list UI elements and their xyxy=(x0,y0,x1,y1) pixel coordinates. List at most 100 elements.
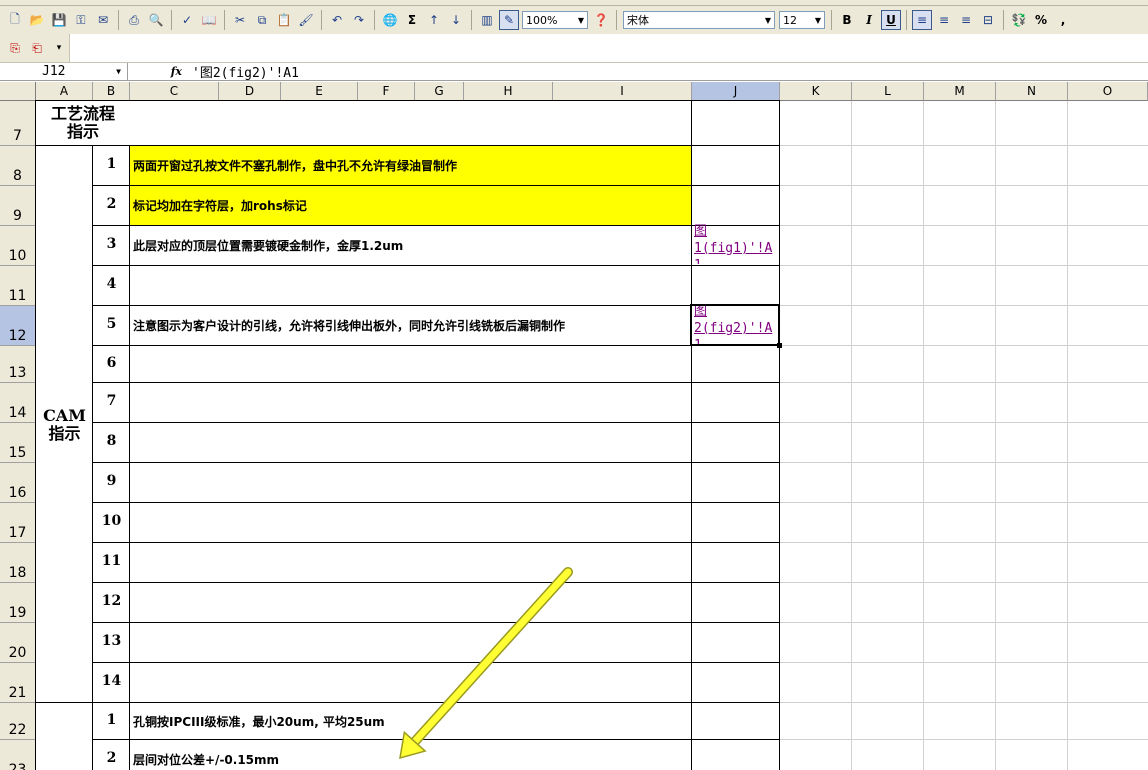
percent-button[interactable]: % xyxy=(1031,10,1051,30)
spelling-icon[interactable]: ✓ xyxy=(177,10,197,30)
print-preview-icon[interactable]: 🔍 xyxy=(146,10,166,30)
chart-wizard-icon[interactable]: ▥ xyxy=(477,10,497,30)
align-center-icon[interactable]: ≡ xyxy=(934,10,954,30)
merged-cell-c-i-row-20 xyxy=(130,623,691,662)
column-header-d[interactable]: D xyxy=(219,82,281,101)
row-header-20[interactable]: 20 xyxy=(0,623,36,663)
item-text[interactable]: 注意图示为客户设计的引线，允许将引线伸出板外，同时允许引线铣板后漏铜制作 xyxy=(133,317,565,334)
autosum-button[interactable]: Σ xyxy=(402,10,422,30)
item-text[interactable]: 标记均加在字符层，加rohs标记 xyxy=(133,197,307,214)
column-header-k[interactable]: K xyxy=(780,82,852,101)
cell-border xyxy=(92,462,780,463)
column-header-c[interactable]: C xyxy=(130,82,219,101)
row-header-15[interactable]: 15 xyxy=(0,423,36,463)
formula-bar: J12 ▼ fx '图2(fig2)'!A1 xyxy=(0,62,1148,81)
email-icon[interactable]: ✉ xyxy=(93,10,113,30)
insert-function-button[interactable]: fx xyxy=(128,65,188,78)
fill-handle[interactable] xyxy=(777,343,782,348)
toolbar-separator xyxy=(224,10,225,30)
drawing-icon[interactable]: ✎ xyxy=(499,10,519,30)
research-icon[interactable]: 📖 xyxy=(199,10,219,30)
pdf-convert-icon[interactable]: ⎘ xyxy=(5,38,25,58)
formula-input[interactable]: '图2(fig2)'!A1 xyxy=(188,62,299,81)
row-header-14[interactable]: 14 xyxy=(0,383,36,423)
row-header-22[interactable]: 22 xyxy=(0,703,36,740)
save-icon[interactable]: 💾 xyxy=(49,10,69,30)
print-icon[interactable]: ⎙ xyxy=(124,10,144,30)
select-all-corner[interactable] xyxy=(0,82,36,101)
active-cell-selection[interactable] xyxy=(690,304,780,346)
item-number: 5 xyxy=(106,316,117,332)
column-header-l[interactable]: L xyxy=(852,82,924,101)
column-header-m[interactable]: M xyxy=(924,82,996,101)
column-header-h[interactable]: H xyxy=(464,82,553,101)
hyperlink-j10[interactable]: 图 1(fig1)'!A 1 xyxy=(694,223,778,264)
cell-border xyxy=(35,145,780,146)
format-painter-icon[interactable]: 🖌 xyxy=(296,10,316,30)
name-box[interactable]: J12 ▼ xyxy=(0,63,128,80)
copy-icon[interactable]: ⧉ xyxy=(252,10,272,30)
paste-icon[interactable]: 📋 xyxy=(274,10,294,30)
underline-button[interactable]: U xyxy=(881,10,901,30)
row-header-23[interactable]: 23 xyxy=(0,740,36,770)
italic-button[interactable]: I xyxy=(859,10,879,30)
row-header-11[interactable]: 11 xyxy=(0,266,36,306)
column-header-b[interactable]: B xyxy=(93,82,130,101)
pdf-email-icon[interactable]: ⎗ xyxy=(27,38,47,58)
item-number: 4 xyxy=(106,276,117,292)
font-size-select[interactable]: 12 ▼ xyxy=(779,11,825,29)
column-header-i[interactable]: I xyxy=(553,82,692,101)
column-header-j[interactable]: J xyxy=(692,82,780,101)
merge-center-icon[interactable]: ⊟ xyxy=(978,10,998,30)
row-header-8[interactable]: 8 xyxy=(0,146,36,186)
zoom-select[interactable]: 100% ▼ xyxy=(522,11,588,29)
align-left-icon[interactable]: ≡ xyxy=(912,10,932,30)
row-header-13[interactable]: 13 xyxy=(0,346,36,383)
row-header-9[interactable]: 9 xyxy=(0,186,36,226)
column-header-f[interactable]: F xyxy=(358,82,415,101)
name-box-value: J12 xyxy=(42,64,66,79)
row-header-10[interactable]: 10 xyxy=(0,226,36,266)
merged-cell-c-i-row-15 xyxy=(130,423,691,462)
item-text[interactable]: 此层对应的顶层位置需要镀硬金制作，金厚1.2um xyxy=(133,237,403,254)
help-icon[interactable]: ❓ xyxy=(591,10,611,30)
row-header-12[interactable]: 12 xyxy=(0,306,36,346)
row-header-16[interactable]: 16 xyxy=(0,463,36,503)
hyperlink-icon[interactable]: 🌐 xyxy=(380,10,400,30)
row-header-19[interactable]: 19 xyxy=(0,583,36,623)
row-header-17[interactable]: 17 xyxy=(0,503,36,543)
currency-icon[interactable]: 💱 xyxy=(1009,10,1029,30)
column-header-a[interactable]: A xyxy=(36,82,93,101)
comma-button[interactable]: , xyxy=(1053,10,1073,30)
item-text[interactable]: 两面开窗过孔按文件不塞孔制作，盘中孔不允许有绿油冒制作 xyxy=(133,157,457,174)
undo-icon[interactable]: ↶ xyxy=(327,10,347,30)
item-text[interactable]: 层间对位公差+/-0.15mm xyxy=(133,751,279,768)
item-text[interactable]: 孔铜按IPCIII级标准，最小20um, 平均25um xyxy=(133,713,385,730)
row-header-7[interactable]: 7 xyxy=(0,101,36,146)
cut-icon[interactable]: ✂ xyxy=(230,10,250,30)
align-right-icon[interactable]: ≡ xyxy=(956,10,976,30)
sort-descending-icon[interactable]: ↓ xyxy=(446,10,466,30)
sort-ascending-icon[interactable]: ↑ xyxy=(424,10,444,30)
column-header-e[interactable]: E xyxy=(281,82,358,101)
new-icon[interactable]: 🗋 xyxy=(5,10,25,30)
column-header-n[interactable]: N xyxy=(996,82,1068,101)
cell-border xyxy=(92,582,780,583)
cell-border xyxy=(35,702,780,703)
gridline-vertical xyxy=(1067,101,1068,770)
toolbar-separator xyxy=(616,10,617,30)
column-header-g[interactable]: G xyxy=(415,82,464,101)
bold-button[interactable]: B xyxy=(837,10,857,30)
row-header-18[interactable]: 18 xyxy=(0,543,36,583)
redo-icon[interactable]: ↷ xyxy=(349,10,369,30)
permission-icon[interactable]: ⚿ xyxy=(71,10,91,30)
item-number: 9 xyxy=(106,473,117,489)
column-header-o[interactable]: O xyxy=(1068,82,1148,101)
open-icon[interactable]: 📂 xyxy=(27,10,47,30)
font-name-select[interactable]: 宋体 ▼ xyxy=(623,11,775,29)
row-header-21[interactable]: 21 xyxy=(0,663,36,703)
toolbar-options-icon[interactable]: ▾ xyxy=(49,38,69,58)
chevron-down-icon: ▼ xyxy=(814,15,821,25)
worksheet-grid[interactable]: A B C D E F G H I J K L M N O 7 8 9 10 11 12 13 14 15 16 17 18 19 20… xyxy=(0,82,1148,770)
cell-border xyxy=(92,305,780,306)
